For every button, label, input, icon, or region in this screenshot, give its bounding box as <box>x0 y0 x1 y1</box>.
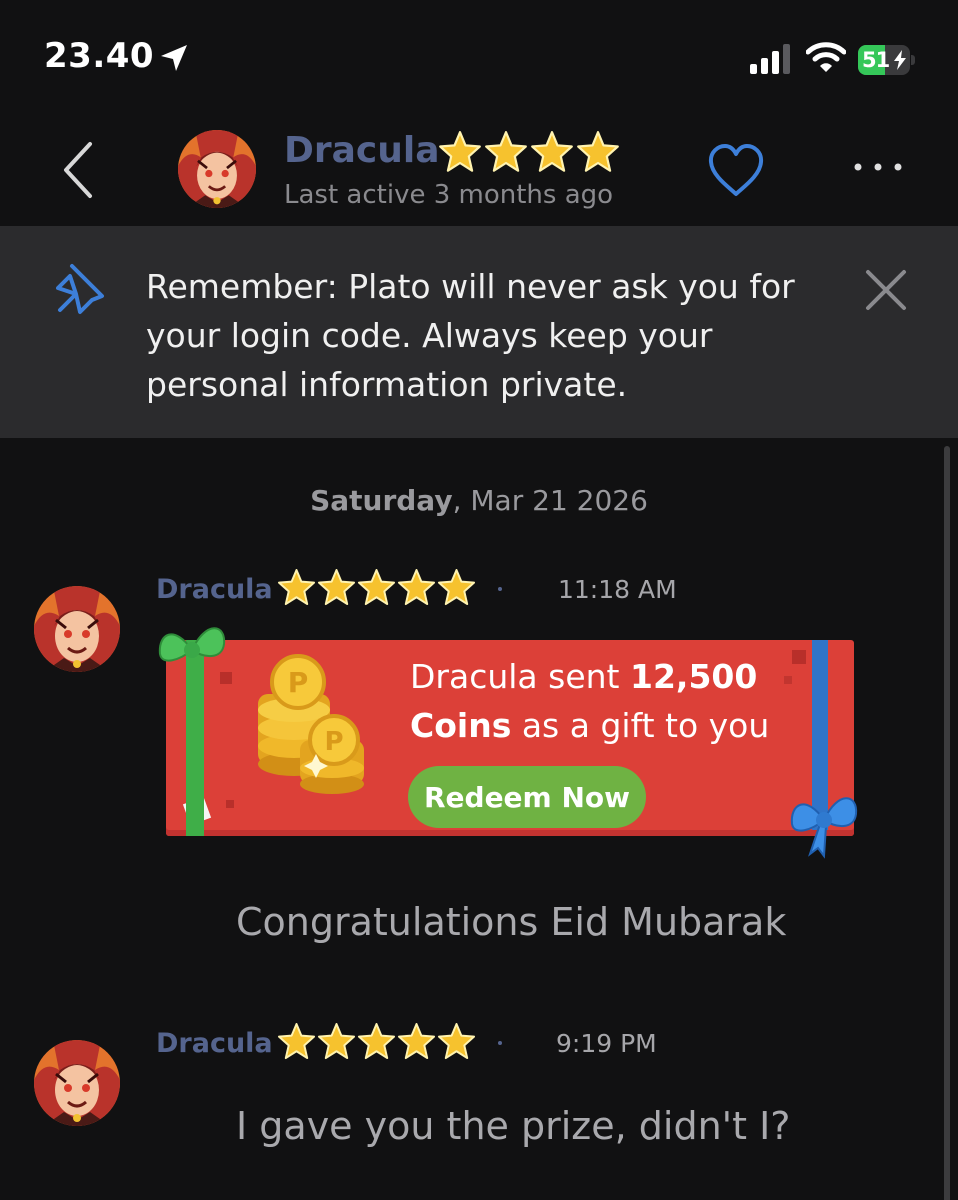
message-time: 9:19 PM <box>556 1029 657 1058</box>
separator-dot <box>497 1041 502 1045</box>
avatar[interactable] <box>34 1040 120 1126</box>
wifi-icon <box>806 42 846 72</box>
star-icon <box>317 568 356 611</box>
redeem-now-button[interactable]: Redeem Now <box>408 766 646 828</box>
coins-icon: P P <box>258 654 364 794</box>
gift-amount: 12,500 <box>629 657 758 696</box>
gift-line-suffix: as a gift to you <box>511 706 770 745</box>
battery-charging-icon: 51 <box>858 45 915 75</box>
star-icon <box>438 130 482 178</box>
more-dots-icon[interactable] <box>852 152 904 182</box>
gift-message: Dracula sent 12,500 Coins as a gift to yo… <box>410 652 840 750</box>
message-header: Dracula <box>156 1022 502 1061</box>
security-notice-banner: Remember: Plato will never ask you for y… <box>0 226 958 438</box>
gift-line-prefix: Dracula sent <box>410 657 630 696</box>
location-arrow-icon <box>161 45 187 71</box>
star-icon <box>277 568 316 611</box>
star-icon <box>484 130 528 178</box>
heart-icon[interactable] <box>706 142 766 198</box>
sender-name[interactable]: Dracula <box>156 574 273 605</box>
avatar[interactable] <box>178 130 256 208</box>
rating-stars <box>277 568 476 611</box>
blue-bow-icon <box>790 797 858 859</box>
last-active-status: Last active 3 months ago <box>284 180 614 210</box>
green-bow-icon <box>158 627 226 662</box>
close-icon[interactable] <box>862 266 910 314</box>
date-rest: , Mar 21 2026 <box>452 484 648 517</box>
separator-dot <box>497 587 502 591</box>
star-icon <box>530 130 574 178</box>
battery-level: 51 <box>862 48 890 72</box>
avatar[interactable] <box>34 586 120 672</box>
status-bar: 23.40 51 <box>0 0 958 120</box>
star-icon <box>357 1022 396 1065</box>
star-icon <box>397 568 436 611</box>
status-time: 23.40 <box>44 36 155 76</box>
star-icon <box>357 568 396 611</box>
message-text: Congratulations Eid Mubarak <box>236 900 787 944</box>
scrollbar[interactable] <box>944 446 950 1200</box>
chat-header: Dracula Last active 3 months ago <box>0 120 958 226</box>
back-chevron-icon[interactable] <box>58 140 98 200</box>
message-text: I gave you the prize, didn't I? <box>236 1104 791 1148</box>
contact-name[interactable]: Dracula <box>284 130 440 171</box>
rating-stars <box>438 130 620 178</box>
message-header: Dracula <box>156 568 502 607</box>
rating-stars <box>277 1022 476 1065</box>
sender-name[interactable]: Dracula <box>156 1028 273 1059</box>
coin-gift-card[interactable]: P P Dracula sent 12,500 Coins as a gift t… <box>158 627 858 859</box>
star-icon <box>437 1022 476 1065</box>
star-icon <box>437 568 476 611</box>
cellular-signal-icon <box>750 44 790 74</box>
message-time: 11:18 AM <box>558 575 677 604</box>
date-day: Saturday <box>310 484 453 517</box>
star-icon <box>397 1022 436 1065</box>
svg-text:P: P <box>288 666 309 699</box>
date-separator: Saturday, Mar 21 2026 <box>0 484 958 517</box>
gift-unit: Coins <box>410 706 512 745</box>
star-icon <box>317 1022 356 1065</box>
star-icon <box>576 130 620 178</box>
pin-icon <box>56 264 104 314</box>
banner-text: Remember: Plato will never ask you for y… <box>146 267 795 404</box>
star-icon <box>277 1022 316 1065</box>
svg-text:P: P <box>324 727 343 757</box>
